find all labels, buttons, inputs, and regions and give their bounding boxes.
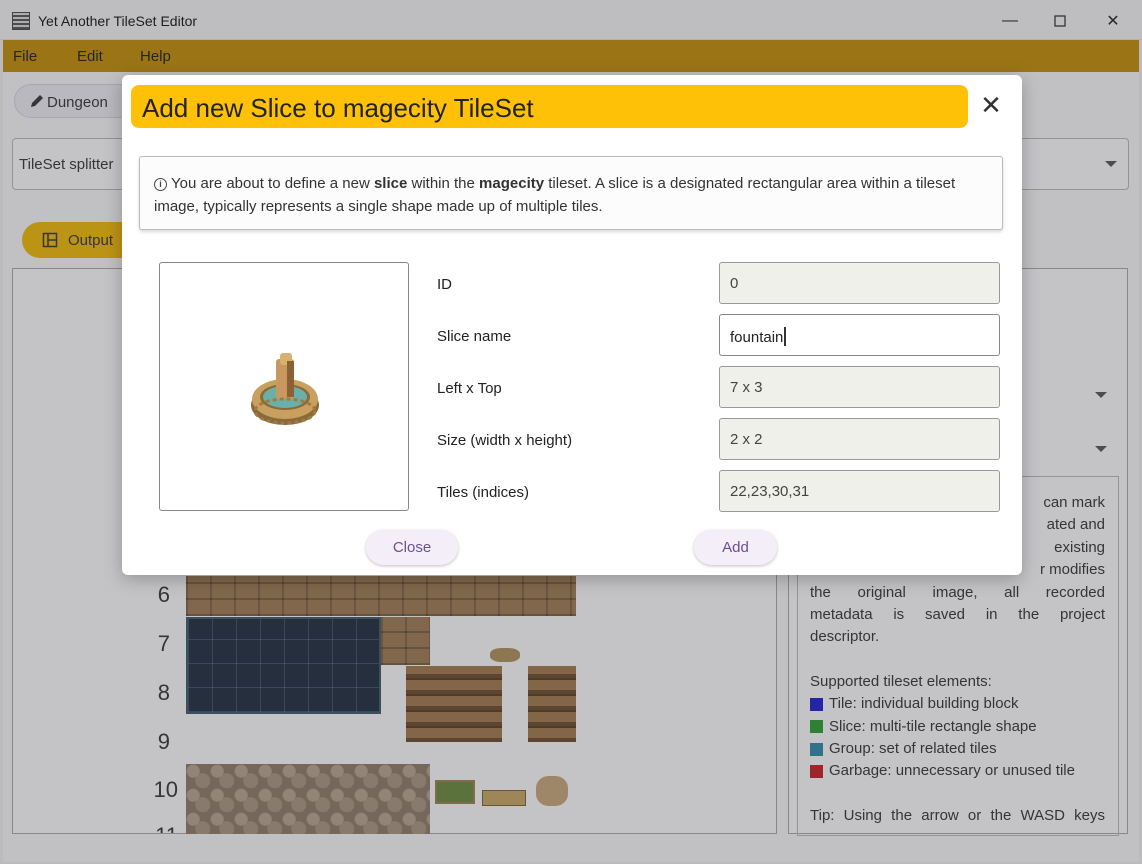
- id-field: 0: [719, 262, 1000, 304]
- position-label: Left x Top: [437, 380, 502, 397]
- info-text: i You are about to define a new slice wit…: [154, 175, 956, 215]
- text-caret: [784, 327, 786, 346]
- dialog-title: Add new Slice to magecity TileSet: [142, 93, 534, 123]
- slice-name-input[interactable]: fountain: [719, 314, 1000, 356]
- position-field: 7 x 3: [719, 366, 1000, 408]
- close-button[interactable]: Close: [366, 530, 458, 565]
- slice-name-label: Slice name: [437, 328, 512, 345]
- add-slice-dialog: Add new Slice to magecity TileSet ✕ i You…: [122, 75, 1022, 575]
- add-button[interactable]: Add: [694, 530, 777, 565]
- info-icon: i: [154, 178, 167, 191]
- info-box: i You are about to define a new slice wit…: [139, 156, 1003, 230]
- dialog-title-bar: Add new Slice to magecity TileSet: [131, 85, 968, 128]
- fountain-image: [251, 353, 319, 425]
- id-label: ID: [437, 276, 452, 293]
- dialog-close-icon[interactable]: ✕: [978, 92, 1004, 119]
- tiles-field: 22,23,30,31: [719, 470, 1000, 512]
- tiles-label: Tiles (indices): [437, 484, 529, 501]
- slice-preview: [159, 262, 409, 511]
- size-label: Size (width x height): [437, 432, 573, 449]
- size-field: 2 x 2: [719, 418, 1000, 460]
